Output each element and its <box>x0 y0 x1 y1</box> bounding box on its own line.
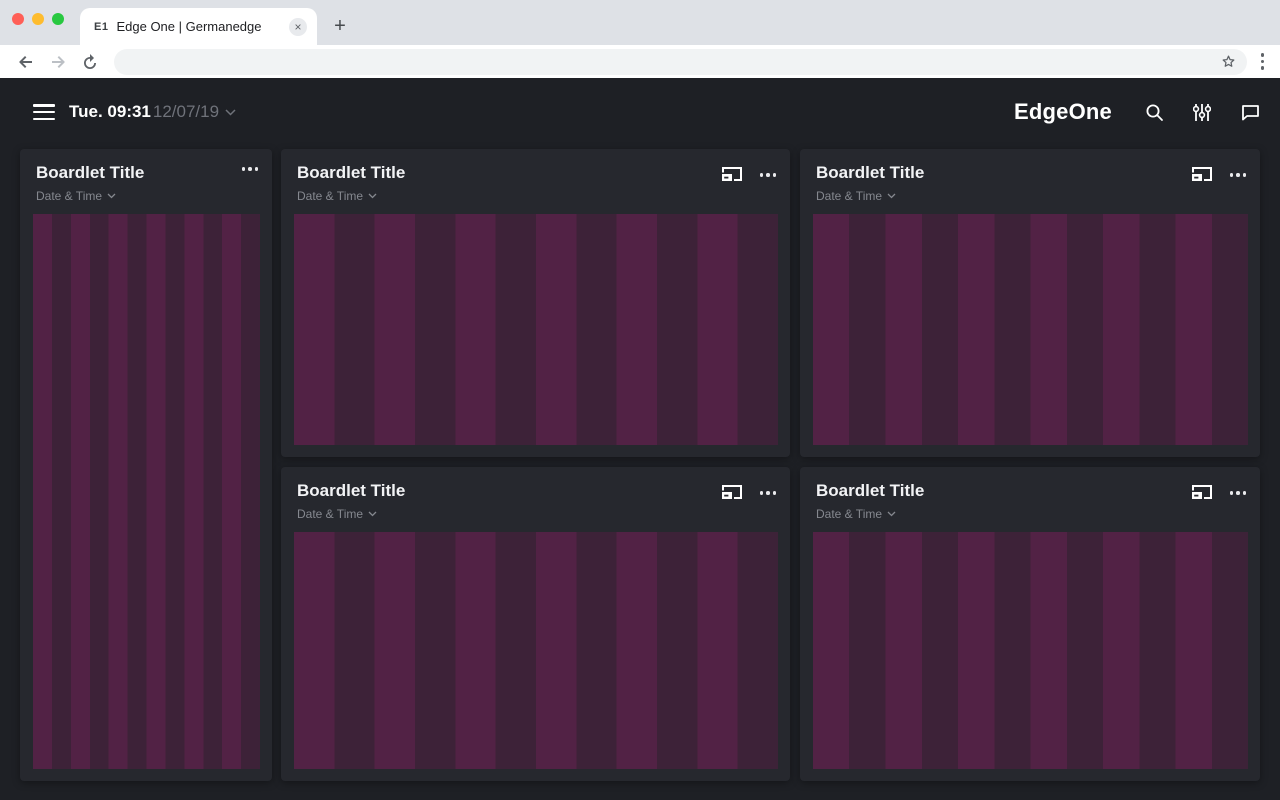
boardlet-placeholder-chart <box>813 214 1248 445</box>
filter-sliders-icon[interactable] <box>1192 102 1212 122</box>
boardlet-card: Boardlet Title Date & Time <box>20 149 272 781</box>
edgeone-app: Tue. 09:31 12/07/19 EdgeOne <box>0 78 1280 800</box>
boardlet-title: Boardlet Title <box>297 481 722 501</box>
zoom-icon[interactable] <box>52 13 64 25</box>
pip-expand-icon[interactable] <box>1192 167 1212 183</box>
browser-tab-strip: E1 Edge One | Germanedge × + <box>0 0 1280 45</box>
chevron-down-icon <box>368 193 377 199</box>
search-icon[interactable] <box>1144 102 1164 122</box>
ellipsis-menu-icon[interactable] <box>760 491 777 495</box>
pip-expand-icon[interactable] <box>1192 485 1212 501</box>
window-controls <box>12 13 64 25</box>
back-icon[interactable] <box>13 49 39 75</box>
boardlet-title: Boardlet Title <box>816 481 1192 501</box>
boardlet-card: Boardlet Title Date & Time <box>800 467 1260 781</box>
close-icon[interactable] <box>12 13 24 25</box>
ellipsis-menu-icon[interactable] <box>760 173 777 177</box>
boardlet-datetime-dropdown[interactable]: Date & Time <box>297 189 722 203</box>
tab-favicon: E1 <box>94 21 108 33</box>
chat-bubble-icon[interactable] <box>1240 102 1260 122</box>
ellipsis-menu-icon[interactable] <box>1230 491 1247 495</box>
boardlet-datetime-dropdown[interactable]: Date & Time <box>297 507 722 521</box>
url-input[interactable] <box>124 54 1220 69</box>
chevron-down-icon <box>107 193 116 199</box>
new-tab-button[interactable]: + <box>328 14 352 38</box>
forward-icon[interactable] <box>45 49 71 75</box>
minimize-icon[interactable] <box>32 13 44 25</box>
datetime-dropdown[interactable]: Tue. 09:31 12/07/19 <box>69 102 236 122</box>
chevron-down-icon <box>225 109 236 116</box>
boardlet-placeholder-chart <box>33 214 260 769</box>
tab-close-icon[interactable]: × <box>289 18 307 36</box>
chevron-down-icon <box>368 511 377 517</box>
pip-expand-icon[interactable] <box>722 167 742 183</box>
boardlet-datetime-dropdown[interactable]: Date & Time <box>36 189 242 203</box>
edgeone-logo: EdgeOne <box>1014 99 1112 125</box>
boardlet-datetime-dropdown[interactable]: Date & Time <box>816 507 1192 521</box>
tab-title: Edge One | Germanedge <box>116 19 289 34</box>
boardlet-card: Boardlet Title Date & Time <box>800 149 1260 457</box>
refresh-icon[interactable] <box>77 49 103 75</box>
boardlet-title: Boardlet Title <box>816 163 1192 183</box>
browser-overflow-menu-icon[interactable] <box>1261 53 1265 70</box>
boardlet-datetime-dropdown[interactable]: Date & Time <box>816 189 1192 203</box>
chevron-down-icon <box>887 511 896 517</box>
chevron-down-icon <box>887 193 896 199</box>
ellipsis-menu-icon[interactable] <box>1230 173 1247 177</box>
browser-tab[interactable]: E1 Edge One | Germanedge × <box>80 8 317 45</box>
boardlet-placeholder-chart <box>294 532 778 769</box>
bookmark-star-icon[interactable] <box>1220 53 1237 70</box>
clock-time: Tue. 09:31 <box>69 102 151 122</box>
boardlet-card: Boardlet Title Date & Time <box>281 149 790 457</box>
browser-toolbar <box>0 45 1280 78</box>
boardlet-card: Boardlet Title Date & Time <box>281 467 790 781</box>
url-bar[interactable] <box>114 49 1247 75</box>
boardlet-placeholder-chart <box>813 532 1248 769</box>
boardlet-placeholder-chart <box>294 214 778 445</box>
app-header: Tue. 09:31 12/07/19 EdgeOne <box>0 78 1280 146</box>
boardlet-title: Boardlet Title <box>36 163 242 183</box>
clock-date: 12/07/19 <box>153 102 219 122</box>
pip-expand-icon[interactable] <box>722 485 742 501</box>
hamburger-menu-icon[interactable] <box>33 104 55 120</box>
ellipsis-menu-icon[interactable] <box>242 167 259 171</box>
boardlet-title: Boardlet Title <box>297 163 722 183</box>
